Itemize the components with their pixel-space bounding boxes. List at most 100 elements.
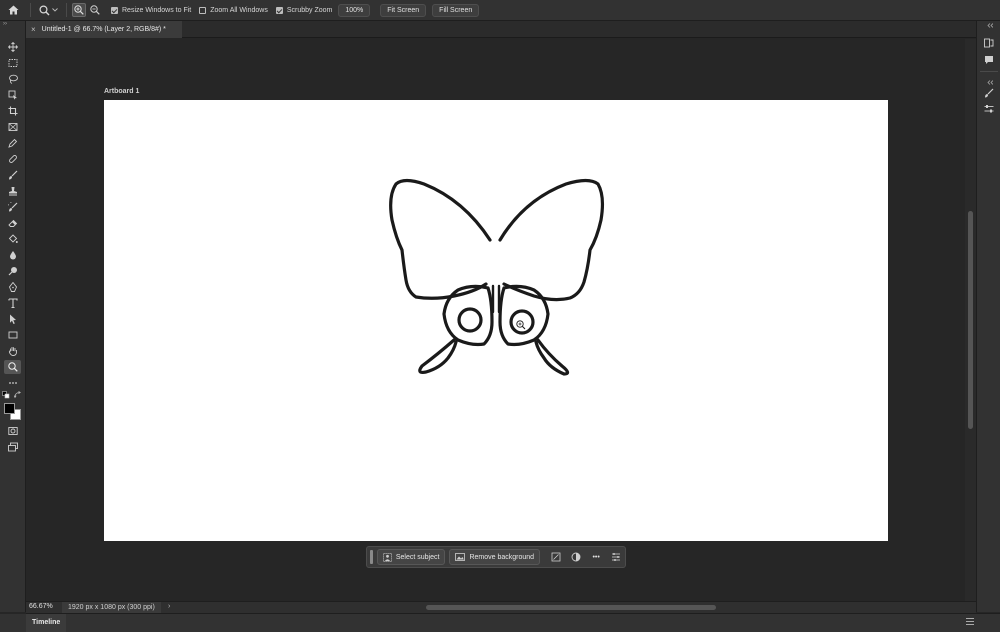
eyedropper-icon <box>7 138 17 148</box>
type-icon <box>7 298 18 308</box>
taskbar-settings-button[interactable] <box>608 549 625 565</box>
blur-tool[interactable] <box>4 248 21 262</box>
fill-screen-button[interactable]: Fill Screen <box>432 3 480 17</box>
move-tool[interactable] <box>4 40 21 54</box>
frame-icon <box>8 123 17 131</box>
zoom-out-button[interactable] <box>88 3 102 17</box>
left-tail <box>418 338 458 374</box>
history-brush-icon <box>7 202 17 212</box>
marquee-tool[interactable] <box>4 56 21 70</box>
adjustments-panel-icon[interactable] <box>983 103 995 115</box>
eraser-tool[interactable] <box>4 216 21 230</box>
lasso-icon <box>8 74 18 84</box>
transform-button[interactable] <box>547 549 564 565</box>
hand-tool[interactable] <box>4 344 21 358</box>
panel-divider <box>980 71 998 72</box>
tool-preset-picker[interactable] <box>35 4 62 16</box>
fit-screen-button[interactable]: Fit Screen <box>380 3 427 17</box>
screen-mode-button[interactable] <box>4 440 21 454</box>
remove-background-button[interactable]: Remove background <box>449 549 541 565</box>
object-selection-tool[interactable] <box>4 88 21 102</box>
comments-panel-icon[interactable] <box>983 54 995 66</box>
brush-tool[interactable] <box>4 168 21 182</box>
dodge-icon <box>8 267 17 276</box>
right-lower-wing <box>498 284 550 347</box>
clone-stamp-tool[interactable] <box>4 184 21 198</box>
zoom-tool[interactable] <box>4 360 21 374</box>
zoom-tool-icon <box>39 4 50 15</box>
resize-windows-checkbox[interactable]: Resize Windows to Fit <box>111 6 191 14</box>
right-tail <box>534 338 570 376</box>
separator <box>30 3 31 17</box>
more-icon <box>8 382 17 384</box>
move-icon <box>7 42 18 52</box>
zoom-all-windows-checkbox[interactable]: Zoom All Windows <box>199 6 268 14</box>
checkbox-checked[interactable] <box>275 6 283 14</box>
adjustment-layer-button[interactable] <box>567 549 584 565</box>
pen-icon <box>8 282 17 292</box>
collapse-panel-icon[interactable]: ›› <box>3 21 7 27</box>
document-info-menu-arrow[interactable]: › <box>168 603 170 610</box>
select-subject-label: Select subject <box>395 553 440 561</box>
quick-mask-button[interactable] <box>4 424 21 438</box>
path-selection-icon <box>9 314 16 324</box>
zoom-in-button[interactable] <box>72 3 86 17</box>
right-panel-strip <box>976 21 1000 612</box>
artboard[interactable] <box>104 100 888 541</box>
swap-colors-icon[interactable] <box>13 391 22 401</box>
vertical-scrollbar-thumb[interactable] <box>968 211 973 429</box>
vertical-scrollbar[interactable] <box>965 39 976 601</box>
rectangle-tool[interactable] <box>4 328 21 342</box>
separator <box>66 3 67 17</box>
history-panel-icon[interactable] <box>983 37 995 49</box>
bandage-icon <box>8 155 17 163</box>
screen-mode-icon <box>7 442 18 452</box>
expand-panels-icon[interactable] <box>983 79 995 85</box>
eraser-icon <box>7 219 17 227</box>
color-swatches[interactable] <box>3 401 23 423</box>
artboard-label[interactable]: Artboard 1 <box>104 88 139 95</box>
history-brush-tool[interactable] <box>4 200 21 214</box>
zoom-out-icon <box>90 5 100 15</box>
eyedropper-tool[interactable] <box>4 136 21 150</box>
frame-tool[interactable] <box>4 120 21 134</box>
dodge-tool[interactable] <box>4 264 21 278</box>
drop-icon <box>9 251 16 260</box>
scrubby-zoom-checkbox[interactable]: Scrubby Zoom <box>275 6 332 14</box>
checkbox-checked[interactable] <box>111 6 118 14</box>
default-colors-icon[interactable] <box>2 391 10 401</box>
stamp-icon <box>8 187 17 196</box>
butterfly-line-drawing <box>389 178 605 376</box>
zoom-level-field[interactable]: 66.67% <box>29 603 53 610</box>
zoom-in-icon <box>74 5 84 15</box>
brush-icon <box>8 170 17 180</box>
timeline-tab[interactable]: Timeline <box>26 614 67 632</box>
crop-tool[interactable] <box>4 104 21 118</box>
more-options-button[interactable]: ••• <box>588 549 605 565</box>
home-button[interactable] <box>0 0 26 21</box>
path-selection-tool[interactable] <box>4 312 21 326</box>
edit-toolbar-button[interactable] <box>4 376 21 390</box>
sliders-icon <box>612 553 621 561</box>
expand-panels-icon[interactable] <box>983 21 995 29</box>
tools-panel: ›› <box>0 21 26 612</box>
paint-bucket-tool[interactable] <box>4 232 21 246</box>
foreground-color-swatch[interactable] <box>4 403 15 414</box>
zoom-100-button[interactable]: 100% <box>338 3 371 17</box>
pen-tool[interactable] <box>4 280 21 294</box>
checkbox-unchecked[interactable] <box>199 6 207 14</box>
type-tool[interactable] <box>4 296 21 310</box>
lasso-tool[interactable] <box>4 72 21 86</box>
paint-bucket-icon <box>8 234 18 243</box>
chevron-down-icon <box>52 8 58 12</box>
panel-menu-icon[interactable] <box>966 618 974 626</box>
options-bar: Resize Windows to Fit Zoom All Windows S… <box>0 0 1000 21</box>
taskbar-drag-handle[interactable] <box>370 550 373 564</box>
spot-healing-tool[interactable] <box>4 152 21 166</box>
left-wing-eyespot <box>457 307 483 333</box>
horizontal-scrollbar-thumb[interactable] <box>426 605 716 610</box>
document-tab[interactable]: × Untitled-1 @ 66.7% (Layer 2, RGB/8#) * <box>26 21 182 38</box>
select-subject-button[interactable]: Select subject <box>376 549 446 565</box>
brushes-panel-icon[interactable] <box>983 87 995 99</box>
close-tab-button[interactable]: × <box>31 25 36 34</box>
